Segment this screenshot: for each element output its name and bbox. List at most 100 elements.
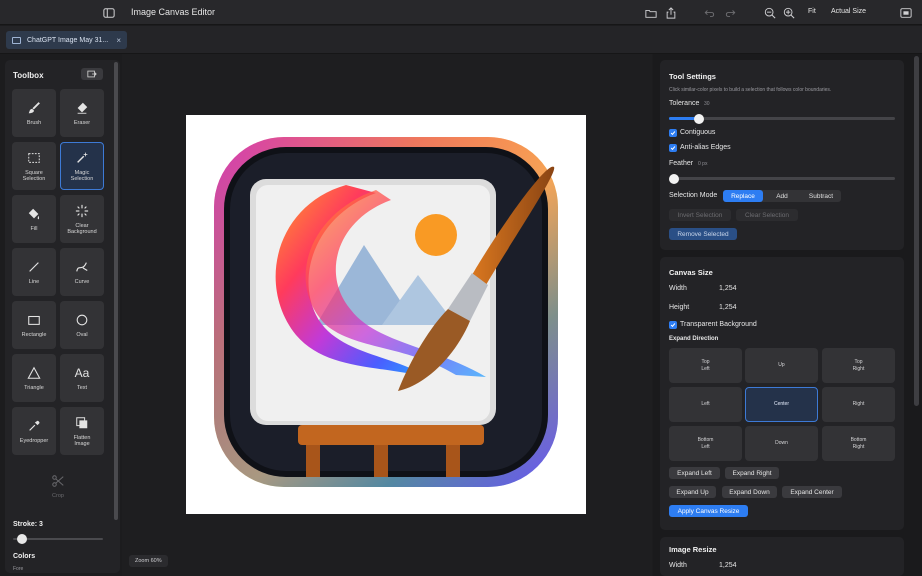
invert-selection-button[interactable]: Invert Selection	[669, 209, 731, 221]
tool-brush[interactable]: Brush	[12, 89, 56, 137]
title-bar: Image Canvas Editor Fit Actual Size	[0, 0, 922, 25]
expand-center-button[interactable]: Expand Center	[782, 486, 842, 498]
direction-down[interactable]: Down	[745, 426, 818, 461]
mode-replace[interactable]: Replace	[723, 190, 763, 202]
image-resize-title: Image Resize	[669, 545, 717, 554]
flatten-icon	[75, 415, 89, 431]
redo-icon[interactable]	[722, 5, 737, 20]
eyedropper-icon	[27, 418, 41, 434]
fit-button[interactable]: Fit	[808, 8, 816, 15]
expand-direction-label: Expand Direction	[669, 336, 719, 342]
direction-top-left[interactable]: Top Left	[669, 348, 742, 383]
zoom-out-icon[interactable]	[762, 5, 777, 20]
tool-magic-selection[interactable]: Magic Selection	[60, 142, 104, 190]
close-icon[interactable]: ×	[116, 36, 121, 45]
zoom-in-icon[interactable]	[781, 5, 796, 20]
export-icon	[87, 70, 97, 78]
antialias-checkbox[interactable]	[669, 144, 677, 152]
expand-left-button[interactable]: Expand Left	[669, 467, 720, 479]
settings-scrollbar[interactable]	[914, 56, 919, 406]
mode-subtract[interactable]: Subtract	[801, 190, 841, 202]
canvas-height-label: Height	[669, 304, 690, 311]
export-button[interactable]	[81, 68, 103, 80]
sidebar-toggle-icon[interactable]	[101, 5, 116, 20]
tool-eraser[interactable]: Eraser	[60, 89, 104, 137]
tool-curve[interactable]: Curve	[60, 248, 104, 296]
window-title: Image Canvas Editor	[131, 7, 216, 17]
toolbox-scrollbar[interactable]	[114, 62, 118, 520]
transparent-bg-label: Transparent Background	[680, 321, 757, 328]
canvas-height-input[interactable]: 1,254	[719, 304, 737, 311]
image-width-label: Width	[669, 562, 687, 569]
tool-oval[interactable]: Oval	[60, 301, 104, 349]
tool-rectangle[interactable]: Rectangle	[12, 301, 56, 349]
fore-color-label: Fore	[13, 566, 24, 572]
transparent-bg-checkbox[interactable]	[669, 321, 677, 329]
square-selection-icon	[27, 150, 41, 166]
stroke-slider-thumb[interactable]	[17, 534, 27, 544]
undo-icon[interactable]	[702, 5, 717, 20]
scissors-icon	[51, 473, 65, 489]
folder-icon[interactable]	[643, 5, 658, 20]
tool-eyedropper[interactable]: Eyedropper	[12, 407, 56, 455]
tool-triangle[interactable]: Triangle	[12, 354, 56, 402]
tolerance-slider-thumb[interactable]	[694, 114, 704, 124]
tool-settings-title: Tool Settings	[669, 72, 716, 81]
fill-bucket-icon	[27, 206, 41, 222]
tool-square-selection[interactable]: Square Selection	[12, 142, 56, 190]
tab-document[interactable]: ChatGPT Image May 31... ×	[6, 31, 127, 49]
text-icon: Aa	[74, 365, 90, 380]
magic-wand-icon	[75, 150, 89, 166]
remove-selected-button[interactable]: Remove Selected	[669, 228, 737, 240]
tool-fill[interactable]: Fill	[12, 195, 56, 243]
fullscreen-icon[interactable]	[898, 5, 913, 20]
tool-text[interactable]: Aa Text	[60, 354, 104, 402]
triangle-icon	[27, 365, 41, 381]
canvas-size-title: Canvas Size	[669, 268, 713, 277]
actual-size-button[interactable]: Actual Size	[831, 8, 866, 15]
expand-up-button[interactable]: Expand Up	[669, 486, 716, 498]
canvas-width-input[interactable]: 1,254	[719, 285, 737, 292]
direction-center[interactable]: Center	[745, 387, 818, 422]
expand-down-button[interactable]: Expand Down	[722, 486, 777, 498]
line-icon	[27, 259, 41, 275]
tab-bar: ChatGPT Image May 31... ×	[0, 26, 922, 54]
expand-right-button[interactable]: Expand Right	[725, 467, 779, 479]
tool-settings-hint: Click similar-color pixels to build a se…	[669, 87, 832, 93]
tool-clear-background[interactable]: Clear Background	[60, 195, 104, 243]
tool-line[interactable]: Line	[12, 248, 56, 296]
curve-icon	[75, 259, 89, 275]
feather-label: Feather	[669, 160, 694, 167]
contiguous-checkbox[interactable]	[669, 129, 677, 137]
colors-label: Colors	[13, 553, 36, 560]
direction-bottom-left[interactable]: Bottom Left	[669, 426, 742, 461]
sparkle-icon	[75, 203, 89, 219]
tool-crop[interactable]: Crop	[36, 462, 80, 510]
app-icon-artwork	[214, 137, 558, 487]
tool-flatten-image[interactable]: Flatten Image	[60, 407, 104, 455]
direction-bottom-right[interactable]: Bottom Right	[822, 426, 895, 461]
image-canvas[interactable]	[186, 115, 586, 514]
direction-left[interactable]: Left	[669, 387, 742, 422]
direction-right[interactable]: Right	[822, 387, 895, 422]
brush-icon	[27, 100, 41, 116]
image-icon	[12, 36, 21, 44]
feather-slider[interactable]	[669, 177, 895, 180]
feather-slider-thumb[interactable]	[669, 174, 679, 184]
clear-selection-button[interactable]: Clear Selection	[736, 209, 798, 221]
tolerance-label: Tolerance	[669, 100, 700, 107]
selection-mode-control: Replace Add Subtract	[723, 190, 841, 202]
tab-label: ChatGPT Image May 31...	[27, 36, 109, 44]
direction-top-right[interactable]: Top Right	[822, 348, 895, 383]
image-width-input[interactable]: 1,254	[719, 562, 737, 569]
share-icon[interactable]	[663, 5, 678, 20]
toolbox-title: Toolbox	[13, 71, 44, 80]
mode-add[interactable]: Add	[763, 190, 801, 202]
apply-canvas-resize-button[interactable]: Apply Canvas Resize	[669, 505, 748, 517]
eraser-icon	[75, 100, 89, 116]
tolerance-value: 30	[704, 101, 710, 107]
zoom-indicator: Zoom 60%	[129, 555, 168, 567]
rectangle-icon	[27, 312, 41, 328]
selection-mode-label: Selection Mode	[669, 192, 718, 199]
direction-up[interactable]: Up	[745, 348, 818, 383]
